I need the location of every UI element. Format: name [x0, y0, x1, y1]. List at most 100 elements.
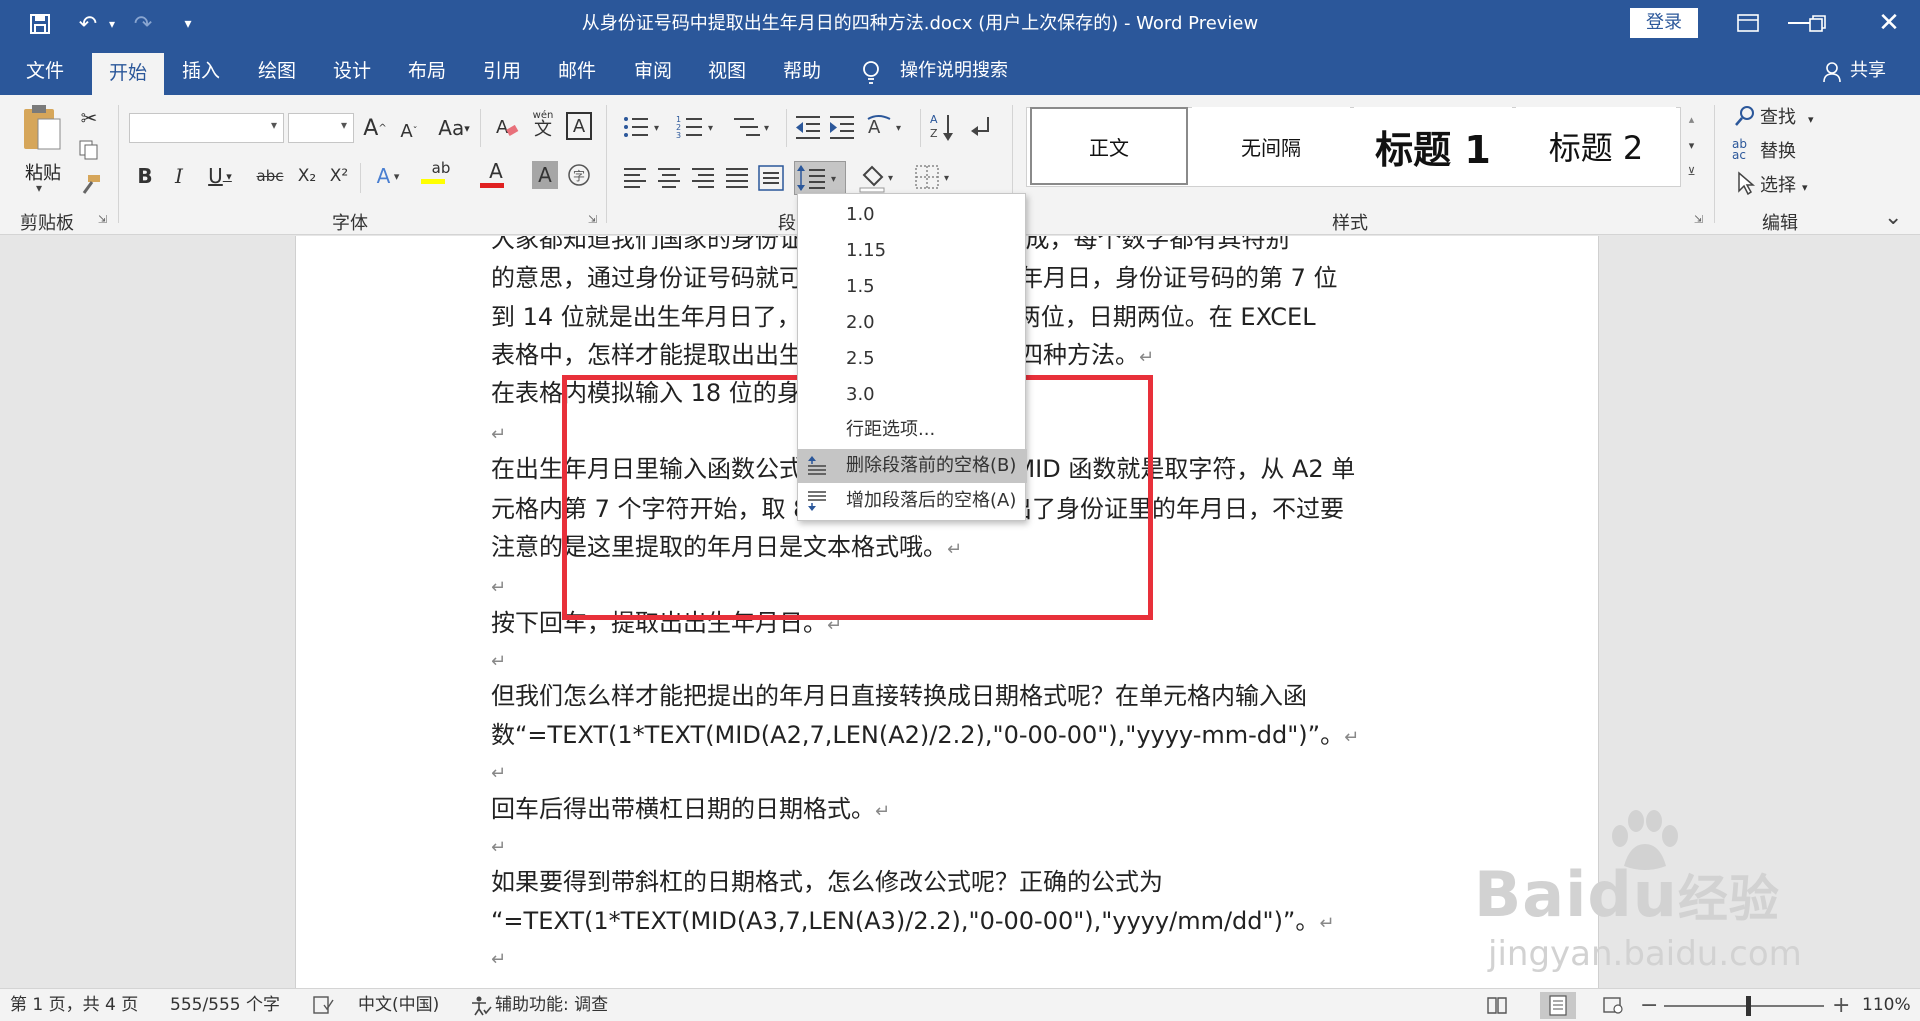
tab-insert[interactable]: 插入 — [168, 47, 234, 95]
font-name-field[interactable]: ▾ — [129, 113, 284, 143]
tab-help[interactable]: 帮助 — [769, 47, 835, 95]
minimize-icon[interactable] — [1788, 22, 1810, 24]
save-icon[interactable] — [22, 8, 58, 40]
paste-label[interactable]: 粘贴 — [18, 159, 68, 185]
login-button[interactable]: 登录 — [1630, 8, 1698, 38]
font-size-field[interactable]: ▾ — [288, 113, 354, 143]
grow-font-button[interactable]: A ^ — [362, 113, 388, 143]
font-color-button[interactable]: A — [476, 159, 516, 193]
line-spacing-button[interactable]: ▾ — [794, 161, 846, 195]
clear-formatting-icon[interactable]: A — [494, 113, 520, 141]
bold-button[interactable]: B — [132, 161, 158, 191]
increase-indent-icon[interactable] — [828, 113, 856, 141]
undo-dropdown-icon[interactable]: ▾ — [104, 8, 120, 40]
decrease-indent-icon[interactable] — [794, 113, 822, 141]
zoom-out-button[interactable]: − — [1640, 989, 1658, 1021]
shrink-font-button[interactable]: Aˇ — [396, 117, 422, 145]
text-effects-button[interactable]: A ▾ — [368, 161, 408, 191]
styles-scroll[interactable]: ▴ ▾ ⊻ — [1680, 107, 1702, 187]
tab-review[interactable]: 审阅 — [620, 47, 686, 95]
format-painter-icon[interactable] — [78, 173, 102, 197]
phonetic-guide-button[interactable]: wén 文 — [528, 109, 558, 143]
ribbon-display-icon[interactable] — [1734, 10, 1766, 36]
cut-icon[interactable]: ✂ — [76, 105, 102, 131]
italic-button[interactable]: I — [166, 161, 192, 191]
add-space-after-item[interactable]: 增加段落后的空格(A) — [798, 484, 1027, 518]
remove-space-before-item[interactable]: 删除段落前的空格(B) — [798, 449, 1027, 483]
page-count[interactable]: 第 1 页，共 4 页 — [10, 989, 138, 1021]
change-case-button[interactable]: Aa ▾ — [436, 113, 472, 143]
customize-icon[interactable]: ▾ — [176, 8, 200, 40]
read-mode-icon[interactable] — [1486, 995, 1508, 1015]
line-spacing-option[interactable]: 1.0 — [798, 198, 1027, 232]
paste-icon[interactable] — [20, 103, 64, 157]
print-layout-icon[interactable] — [1540, 992, 1576, 1019]
select-button[interactable]: 选择 ▾ — [1760, 171, 1808, 197]
line-spacing-option[interactable]: 3.0 — [798, 378, 1027, 412]
tab-home[interactable]: 开始 — [92, 53, 164, 95]
underline-button[interactable]: U ▾ — [200, 161, 240, 191]
zoom-slider-thumb[interactable] — [1746, 996, 1751, 1016]
highlight-button[interactable]: ab — [418, 159, 464, 193]
justify-icon[interactable] — [724, 165, 750, 191]
close-icon[interactable]: ✕ — [1876, 10, 1902, 36]
share-button[interactable]: 共享 — [1850, 47, 1886, 95]
scroll-up-icon[interactable]: ▴ — [1681, 107, 1702, 133]
align-right-icon[interactable] — [690, 165, 716, 191]
find-button[interactable]: 查找 ▾ — [1760, 103, 1814, 129]
asian-layout-icon[interactable]: A ▾ — [866, 113, 908, 141]
web-layout-icon[interactable] — [1602, 995, 1624, 1015]
proofing-icon[interactable] — [312, 995, 334, 1015]
numbering-icon[interactable]: 1 2 3 ▾ — [676, 113, 720, 141]
scroll-down-icon[interactable]: ▾ — [1681, 133, 1702, 159]
line-spacing-option[interactable]: 1.5 — [798, 270, 1027, 304]
accessibility-status[interactable]: 辅助功能: 调查 — [495, 989, 608, 1021]
bullets-icon[interactable]: ▾ — [622, 113, 666, 141]
enclose-characters-icon[interactable]: 字 — [566, 161, 592, 189]
line-spacing-option[interactable]: 1.15 — [798, 234, 1027, 268]
replace-button[interactable]: 替换 — [1760, 137, 1796, 163]
sort-icon[interactable]: AZ — [930, 111, 956, 143]
line-spacing-option[interactable]: 2.0 — [798, 306, 1027, 340]
language-indicator[interactable]: 中文(中国) — [358, 989, 439, 1021]
distributed-icon[interactable] — [758, 165, 784, 191]
style-no-spacing[interactable]: 无间隔 — [1192, 107, 1350, 185]
zoom-slider-track[interactable] — [1664, 1005, 1824, 1007]
tab-mailings[interactable]: 邮件 — [544, 47, 610, 95]
line-spacing-option[interactable]: 2.5 — [798, 342, 1027, 376]
style-heading-2[interactable]: 标题 2 — [1516, 107, 1676, 185]
clipboard-launcher-icon[interactable]: ⇲ — [98, 213, 107, 226]
shading-icon[interactable]: ▾ — [858, 161, 902, 193]
accessibility-icon[interactable] — [470, 995, 492, 1016]
undo-icon[interactable]: ↶ — [68, 8, 108, 40]
strikethrough-button[interactable]: abc — [254, 161, 286, 191]
char-border-button[interactable]: A — [566, 112, 592, 140]
align-center-icon[interactable] — [656, 165, 682, 191]
tab-design[interactable]: 设计 — [319, 47, 385, 95]
word-count[interactable]: 555/555 个字 — [170, 989, 280, 1021]
paste-dropdown-icon[interactable]: ▾ — [36, 181, 42, 195]
tab-file[interactable]: 文件 — [12, 47, 78, 95]
style-normal[interactable]: 正文 — [1030, 107, 1188, 185]
more-styles-icon[interactable]: ⊻ — [1681, 159, 1702, 185]
redo-icon[interactable]: ↷ — [126, 8, 160, 40]
collapse-ribbon-icon[interactable]: ⌄ — [1884, 205, 1902, 230]
borders-icon[interactable]: ▾ — [914, 163, 958, 193]
tab-view[interactable]: 视图 — [694, 47, 760, 95]
tab-draw[interactable]: 绘图 — [244, 47, 310, 95]
tab-references[interactable]: 引用 — [469, 47, 535, 95]
font-launcher-icon[interactable]: ⇲ — [588, 213, 597, 226]
style-heading-1[interactable]: 标题 1 — [1354, 107, 1512, 185]
line-spacing-options-item[interactable]: 行距选项... — [798, 413, 1027, 447]
styles-launcher-icon[interactable]: ⇲ — [1694, 213, 1703, 226]
copy-icon[interactable] — [78, 139, 102, 163]
subscript-button[interactable]: X₂ — [294, 161, 320, 191]
zoom-level[interactable]: 110% — [1862, 989, 1911, 1021]
zoom-in-button[interactable]: + — [1832, 989, 1850, 1021]
multilevel-list-icon[interactable]: ▾ — [732, 113, 776, 141]
tab-layout[interactable]: 布局 — [394, 47, 460, 95]
show-marks-icon[interactable] — [968, 113, 994, 141]
align-left-icon[interactable] — [622, 165, 648, 191]
superscript-button[interactable]: X² — [326, 161, 352, 191]
restore-icon[interactable] — [1808, 14, 1826, 32]
